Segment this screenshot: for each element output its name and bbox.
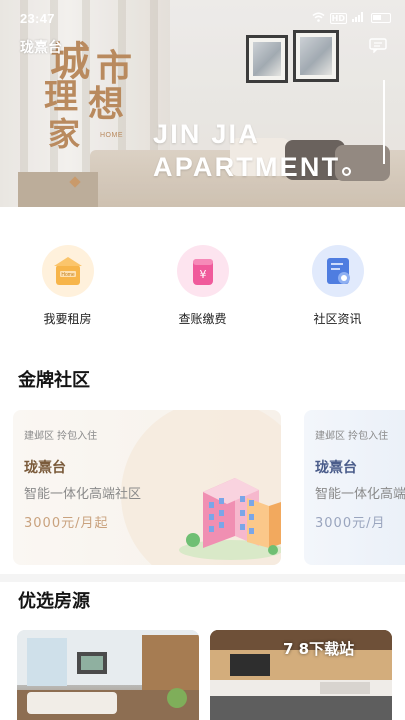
quick-menu-rent[interactable]: Home 我要租房: [0, 245, 135, 335]
quick-menu-rent-label: 我要租房: [43, 312, 92, 326]
status-bar: 23:47 HD: [0, 0, 405, 36]
card-name: 珑熹台: [24, 460, 66, 476]
building-illustration: [179, 478, 281, 560]
slogan-line-2: APARTMENT: [153, 152, 341, 182]
section-title-gold-community: 金牌社区: [18, 370, 90, 391]
news-document-icon: [311, 245, 364, 297]
wifi-icon: [312, 12, 325, 25]
signal-icon: [352, 11, 366, 25]
community-card[interactable]: 建邺区 拎包入住 珑熹台 智能一体化高端社区 3000元/月起: [13, 410, 281, 565]
card-price: 3000元/月: [315, 516, 386, 531]
payment-wallet-icon: ¥: [176, 245, 229, 297]
quick-menu-news-label: 社区资讯: [313, 312, 362, 326]
card-tags: 建邺区 拎包入住: [315, 431, 389, 442]
quick-menu-payment[interactable]: ¥ 查账缴费: [135, 245, 270, 335]
card-tags: 建邺区 拎包入住: [24, 431, 98, 442]
community-card[interactable]: 建邺区 拎包入住 珑熹台 智能一体化高端 3000元/月: [304, 410, 405, 565]
card-price: 3000元/月起: [24, 516, 109, 531]
home-box-icon: Home: [41, 245, 94, 297]
card-description: 智能一体化高端社区: [24, 487, 142, 502]
quick-menu-payment-label: 查账缴费: [178, 312, 227, 326]
slogan-line-1: JIN JIA: [153, 119, 260, 149]
section-title-featured-listings: 优选房源: [18, 591, 90, 612]
svg-text:¥: ¥: [199, 268, 206, 281]
section-divider: [0, 574, 405, 582]
location-selector[interactable]: 珑熹台: [20, 37, 62, 57]
quick-menu: Home 我要租房 ¥ 查账缴费 社区资讯: [0, 245, 405, 335]
banner-slogan: JIN JIA APARTMENT: [153, 118, 352, 184]
watermark-text: 7 8下载站: [283, 640, 355, 658]
svg-text:Home: Home: [61, 272, 75, 278]
banner-vertical-line: [383, 80, 385, 164]
hd-badge: HD: [329, 12, 347, 24]
living-room-photo: [17, 630, 199, 720]
quick-menu-news[interactable]: 社区资讯: [270, 245, 405, 335]
card-name: 珑熹台: [315, 460, 357, 476]
battery-icon: [371, 13, 391, 23]
message-icon[interactable]: [369, 38, 387, 54]
listing-card-photo[interactable]: [17, 630, 199, 720]
card-description: 智能一体化高端: [315, 487, 405, 502]
status-time: 23:47: [20, 10, 55, 26]
